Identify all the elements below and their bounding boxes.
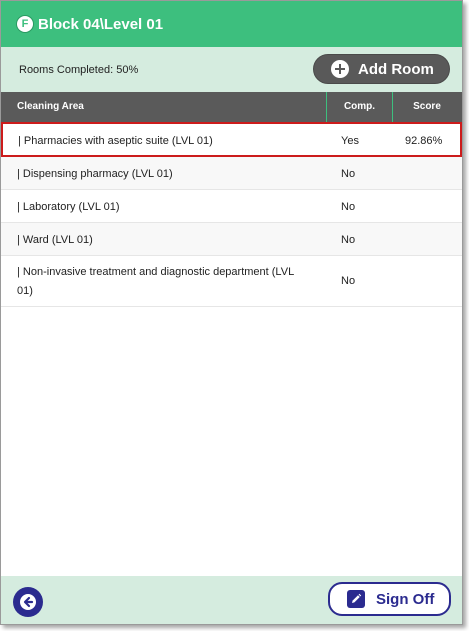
add-room-button[interactable]: Add Room: [313, 54, 450, 84]
column-header-comp: Comp.: [326, 92, 393, 122]
table-row[interactable]: | Non-invasive treatment and diagnostic …: [1, 256, 462, 307]
column-header-score: Score: [413, 101, 441, 112]
row-comp: No: [341, 275, 356, 287]
row-score: 92.86%: [405, 135, 443, 147]
header-bar: F Block 04\Level 01: [1, 1, 462, 47]
summary-bar: Rooms Completed: 50% Add Room: [1, 47, 462, 92]
row-area: | Pharmacies with aseptic suite (LVL 01): [18, 135, 213, 147]
footer-bar: Sign Off: [1, 576, 462, 624]
row-comp: Yes: [341, 135, 359, 147]
row-area-line-2: 01): [17, 285, 33, 297]
add-room-label: Add Room: [358, 60, 434, 78]
row-area: | Dispensing pharmacy (LVL 01): [17, 168, 173, 180]
row-area-line-1: | Non-invasive treatment and diagnostic …: [17, 266, 295, 278]
rooms-completed-text: Rooms Completed: 50%: [19, 64, 139, 76]
app-window: F Block 04\Level 01 Rooms Completed: 50%…: [0, 0, 463, 625]
row-area: | Ward (LVL 01): [17, 234, 93, 246]
row-area: | Laboratory (LVL 01): [17, 201, 120, 213]
pencil-icon: [347, 590, 365, 608]
cleaning-area-list: | Pharmacies with aseptic suite (LVL 01)…: [1, 122, 462, 307]
table-header: Cleaning Area Comp. Score: [1, 92, 462, 122]
back-button[interactable]: [13, 587, 43, 617]
row-comp: No: [341, 201, 356, 213]
column-header-cleaning-area: Cleaning Area: [17, 101, 84, 112]
plus-circle-icon: [331, 60, 349, 78]
row-comp: No: [341, 234, 356, 246]
back-arrow-icon: [20, 594, 36, 610]
logo-icon: F: [17, 16, 33, 32]
page-title: Block 04\Level 01: [38, 15, 164, 33]
table-row-selected[interactable]: | Pharmacies with aseptic suite (LVL 01)…: [1, 122, 462, 157]
table-row[interactable]: | Ward (LVL 01) No: [1, 223, 462, 256]
row-comp: No: [341, 168, 356, 180]
table-row[interactable]: | Laboratory (LVL 01) No: [1, 190, 462, 223]
table-row[interactable]: | Dispensing pharmacy (LVL 01) No: [1, 157, 462, 190]
sign-off-button[interactable]: Sign Off: [328, 582, 451, 616]
sign-off-label: Sign Off: [376, 590, 435, 608]
